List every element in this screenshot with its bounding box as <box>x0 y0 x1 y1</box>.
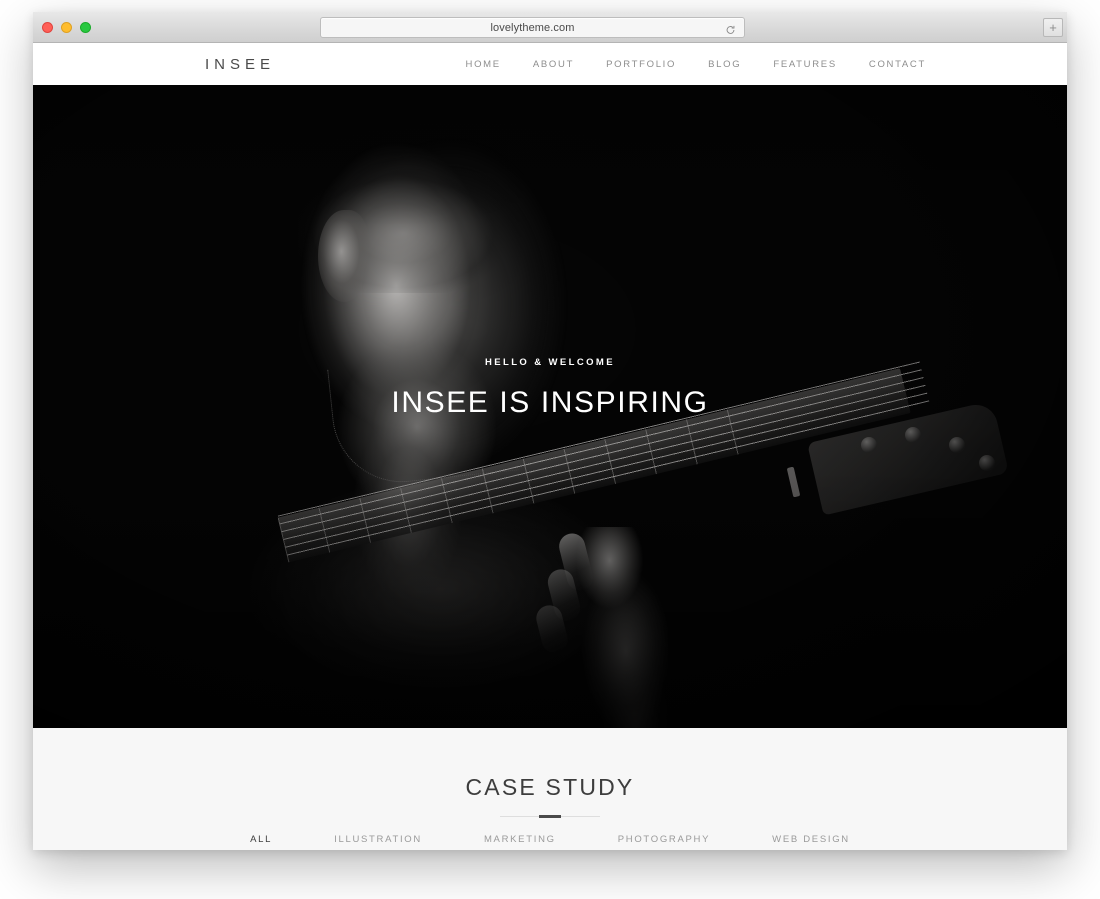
nav-item-features[interactable]: FEATURES <box>757 59 853 70</box>
filter-photography[interactable]: PHOTOGRAPHY <box>587 834 741 845</box>
hero-content: HELLO & WELCOME INSEE IS INSPIRING <box>33 357 1067 420</box>
hero-section: HELLO & WELCOME INSEE IS INSPIRING <box>33 85 1067 728</box>
divider-dash <box>539 815 561 818</box>
filter-marketing[interactable]: MARKETING <box>453 834 587 845</box>
maximize-window-button[interactable] <box>80 22 91 33</box>
nav-item-blog[interactable]: BLOG <box>692 59 757 70</box>
reload-icon[interactable] <box>725 22 736 34</box>
browser-window: lovelytheme.com + INSEE HOME ABOUT PORTF… <box>33 12 1067 850</box>
case-study-title: CASE STUDY <box>465 774 635 800</box>
page-viewport: INSEE HOME ABOUT PORTFOLIO BLOG FEATURES… <box>33 43 1067 850</box>
address-bar[interactable]: lovelytheme.com <box>320 17 745 38</box>
nav-item-about[interactable]: ABOUT <box>517 59 590 70</box>
window-controls <box>42 12 91 43</box>
screenshot-root: lovelytheme.com + INSEE HOME ABOUT PORTF… <box>0 0 1100 899</box>
minimize-window-button[interactable] <box>61 22 72 33</box>
address-bar-url: lovelytheme.com <box>490 21 575 34</box>
main-menu: HOME ABOUT PORTFOLIO BLOG FEATURES CONTA… <box>450 59 926 70</box>
new-tab-button[interactable]: + <box>1043 18 1063 37</box>
hero-eyebrow: HELLO & WELCOME <box>485 357 615 368</box>
filter-all[interactable]: ALL <box>219 834 303 845</box>
section-divider <box>500 815 600 818</box>
filter-web-design[interactable]: WEB DESIGN <box>741 834 881 845</box>
nav-item-portfolio[interactable]: PORTFOLIO <box>590 59 692 70</box>
portfolio-filter-bar: ALL ILLUSTRATION MARKETING PHOTOGRAPHY W… <box>33 834 1067 845</box>
site-logo[interactable]: INSEE <box>205 56 275 73</box>
filter-illustration[interactable]: ILLUSTRATION <box>303 834 453 845</box>
site-navbar: INSEE HOME ABOUT PORTFOLIO BLOG FEATURES… <box>33 43 1067 85</box>
hero-title: INSEE IS INSPIRING <box>391 386 709 419</box>
close-window-button[interactable] <box>42 22 53 33</box>
case-study-section: CASE STUDY ALL ILLUSTRATION MARKETING PH… <box>33 728 1067 850</box>
nav-item-contact[interactable]: CONTACT <box>853 59 926 70</box>
nav-item-home[interactable]: HOME <box>450 59 517 70</box>
browser-titlebar: lovelytheme.com + <box>33 12 1067 43</box>
